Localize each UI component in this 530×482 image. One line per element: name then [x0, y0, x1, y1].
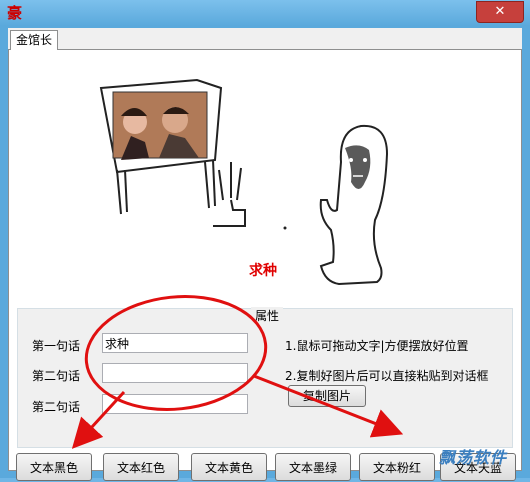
app-window: 豪 ✕ 金馆长 求种 属性 第一句话 求种 第二句话 第二句话 1.鼠标可拖动文… — [0, 0, 530, 481]
arrow-left — [71, 390, 126, 449]
highlight-ellipse — [84, 295, 268, 411]
annotation-overlay — [71, 295, 404, 449]
arrow-right — [253, 374, 404, 438]
tab-jinguanzhang[interactable]: 金馆长 — [10, 30, 58, 50]
